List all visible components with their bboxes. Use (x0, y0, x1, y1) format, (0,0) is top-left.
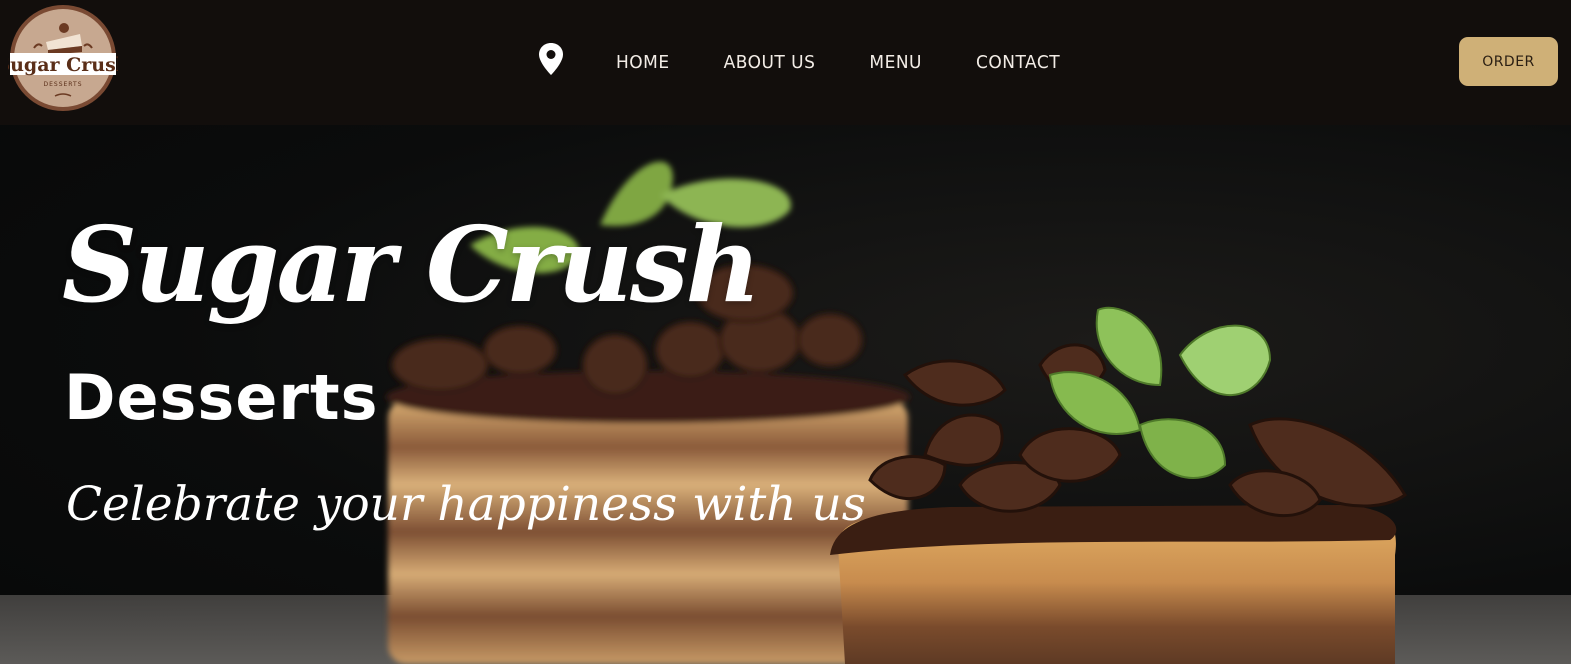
nav-item-about-us[interactable]: ABOUT US (724, 52, 816, 73)
nav-item-home[interactable]: HOME (616, 52, 670, 73)
logo-tagline: DESSERTS (43, 81, 82, 88)
order-button[interactable]: ORDER (1459, 37, 1558, 86)
logo-name: Sugar Crush (8, 54, 118, 76)
location-pin-icon[interactable] (538, 42, 564, 76)
hero-title: Sugar Crush (62, 203, 761, 326)
hero-tagline: Celebrate your happiness with us (66, 477, 866, 532)
logo-badge: Sugar Crush DESSERTS (0, 5, 130, 111)
hero-banner: Sugar Crush Desserts Celebrate your happ… (0, 125, 1571, 664)
brand-logo[interactable]: Sugar Crush DESSERTS (0, 4, 130, 112)
nav-item-menu[interactable]: MENU (869, 52, 922, 73)
site-header: Sugar Crush DESSERTS HOME ABOUT US MENU … (0, 0, 1571, 125)
hero-subtitle: Desserts (64, 361, 379, 434)
nav-item-contact[interactable]: CONTACT (976, 52, 1060, 73)
main-nav: HOME ABOUT US MENU CONTACT (538, 0, 1114, 125)
